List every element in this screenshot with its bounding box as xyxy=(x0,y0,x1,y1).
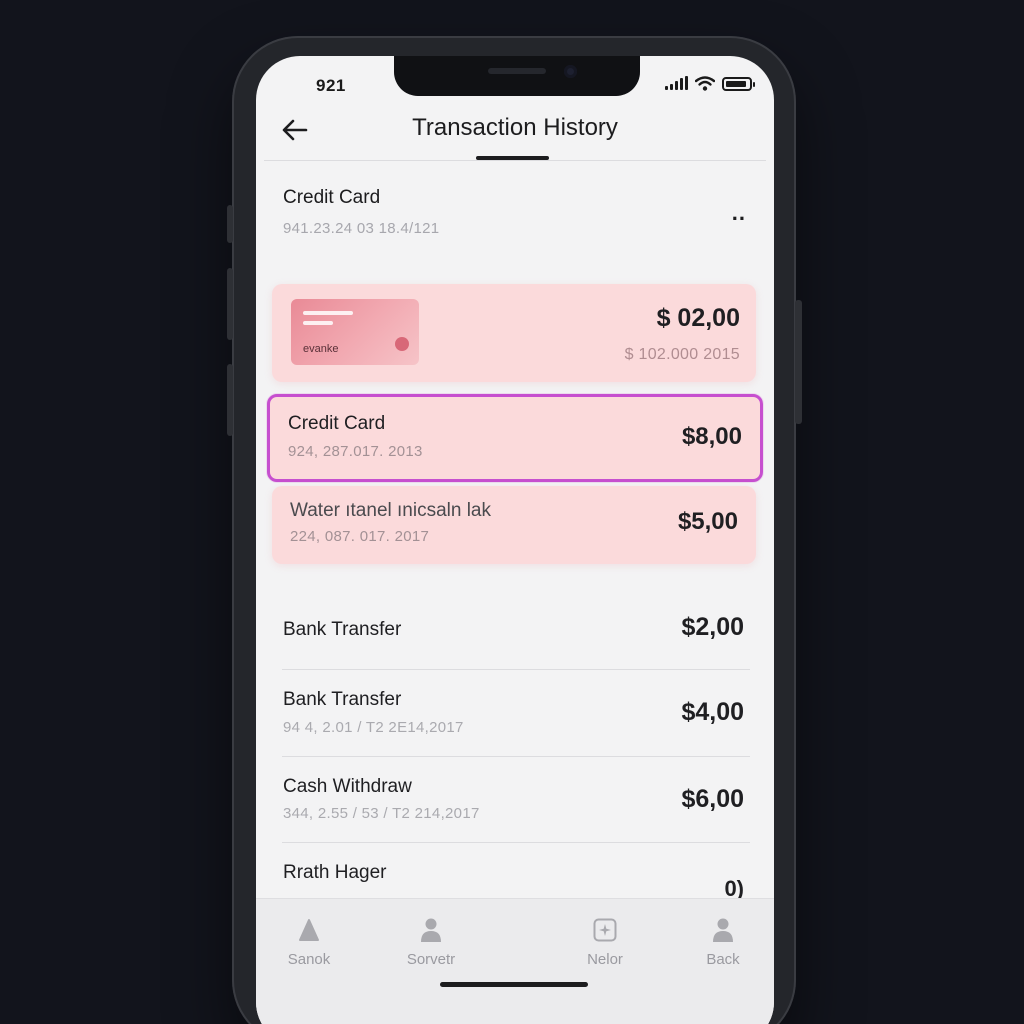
list-item[interactable]: Bank Transfer 94 4, 2.01 / T2 2E14,2017 … xyxy=(282,674,750,754)
header: Transaction History xyxy=(256,106,774,156)
sparkle-icon xyxy=(593,918,617,942)
list-item-title: Bank Transfer xyxy=(283,689,402,710)
tab-bar: Sanok Sorvetr Nelor Back xyxy=(256,898,774,1024)
list-item[interactable]: Bank Transfer $2,00 xyxy=(282,596,750,666)
transaction-subtitle: 224, 087. 017. 2017 xyxy=(290,528,430,545)
list-item-amount: $2,00 xyxy=(681,613,744,641)
notch xyxy=(394,56,640,96)
featured-amount: $ 02,00 xyxy=(656,304,740,332)
list-item[interactable]: Cash Withdraw 344, 2.55 / 53 / T2 214,20… xyxy=(282,761,750,841)
transaction-title: Water ıtanel ınicsaln lak xyxy=(290,500,491,521)
divider xyxy=(282,669,750,670)
featured-amount-sub: $ 102.000 2015 xyxy=(624,346,740,363)
transaction-amount: $5,00 xyxy=(677,508,738,535)
person-icon xyxy=(713,918,733,942)
tab-label: Nelor xyxy=(587,951,623,968)
card-brand: evanke xyxy=(303,343,339,355)
battery-icon xyxy=(722,76,755,91)
transaction-amount: $8,00 xyxy=(681,423,742,450)
person-icon xyxy=(421,918,441,942)
tab-back[interactable]: Back xyxy=(678,917,768,968)
more-options-button[interactable]: .. xyxy=(732,200,746,226)
account-subtitle: 941.23.24 03 18.4/121 xyxy=(283,220,440,237)
tab-label: Back xyxy=(706,951,740,968)
account-header: Credit Card 941.23.24 03 18.4/121 xyxy=(283,187,439,237)
list-item-subtitle: 94 4, 2.01 / T2 2E14,2017 xyxy=(283,719,464,736)
tab-nelor[interactable]: Nelor xyxy=(560,917,650,968)
status-time: 921 xyxy=(316,76,346,95)
phone-screen: 921 Transaction History Credit Card 941.… xyxy=(256,56,774,1024)
silent-switch xyxy=(227,205,233,243)
divider xyxy=(282,756,750,757)
volume-up-button xyxy=(227,268,233,340)
divider xyxy=(282,842,750,843)
transaction-card[interactable]: Water ıtanel ınicsaln lak 224, 087. 017.… xyxy=(272,486,756,564)
signal-icon xyxy=(665,76,688,90)
transaction-card-selected[interactable]: Credit Card 924, 287.017. 2013 $8,00 xyxy=(267,394,763,482)
camera-icon xyxy=(564,65,577,78)
transaction-subtitle: 924, 287.017. 2013 xyxy=(288,443,423,460)
wifi-icon xyxy=(695,76,715,91)
tab-sanok[interactable]: Sanok xyxy=(264,917,354,968)
mountain-icon xyxy=(299,919,319,941)
list-item-title: Rrath Hager xyxy=(283,862,387,883)
status-icons xyxy=(665,76,755,91)
list-item[interactable]: Rrath Hager 0) xyxy=(282,846,750,901)
list-item-amount: $6,00 xyxy=(681,785,744,813)
credit-card-image: evanke xyxy=(291,299,419,365)
list-item-amount: $4,00 xyxy=(681,698,744,726)
volume-down-button xyxy=(227,364,233,436)
list-item-title: Cash Withdraw xyxy=(283,776,412,797)
featured-card[interactable]: evanke $ 02,00 $ 102.000 2015 xyxy=(272,284,756,382)
account-title: Credit Card xyxy=(283,187,381,208)
tab-label: Sorvetr xyxy=(406,951,456,968)
tab-sorvetr[interactable]: Sorvetr xyxy=(386,917,476,968)
list-item-subtitle: 344, 2.55 / 53 / T2 214,2017 xyxy=(283,805,480,822)
card-logo-icon xyxy=(395,337,409,351)
home-indicator[interactable] xyxy=(440,982,588,987)
tab-label: Sanok xyxy=(287,951,331,968)
power-button xyxy=(795,300,802,424)
list-item-title: Bank Transfer xyxy=(283,619,402,640)
transaction-title: Credit Card xyxy=(288,413,386,434)
page-title: Transaction History xyxy=(412,114,618,141)
header-divider xyxy=(264,160,766,161)
